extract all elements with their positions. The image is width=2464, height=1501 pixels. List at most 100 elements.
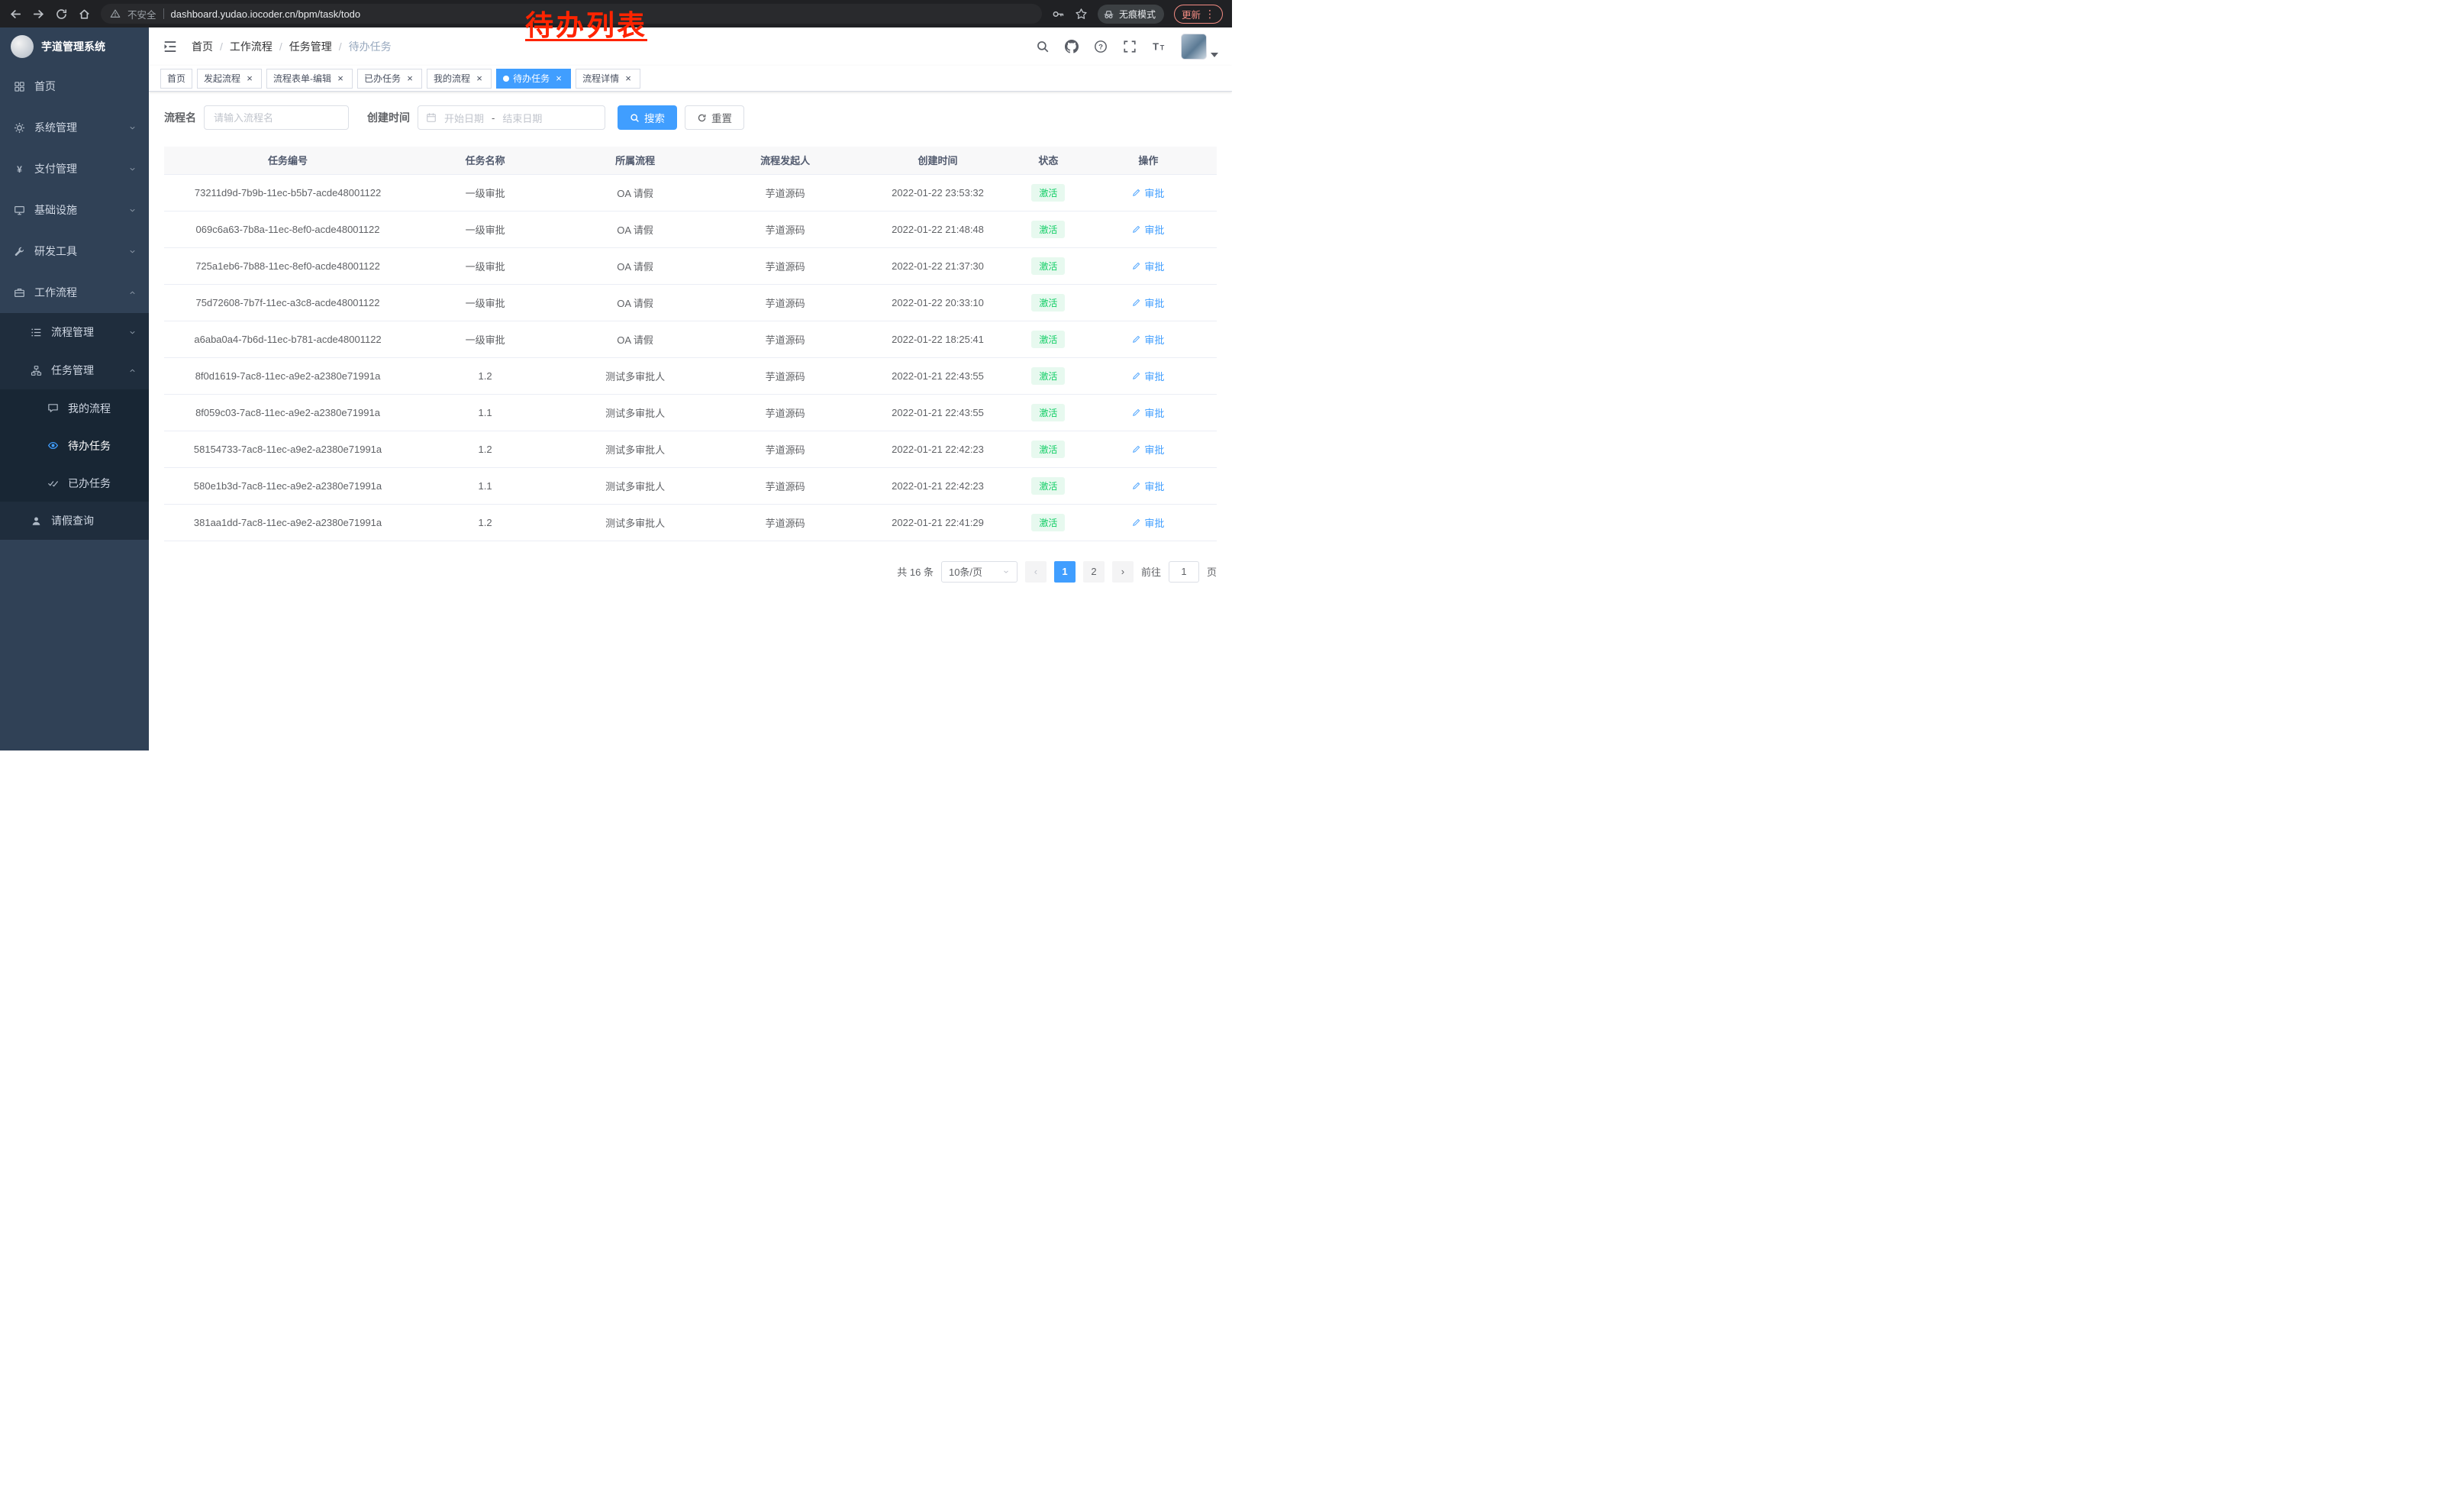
wrench-icon <box>14 246 25 257</box>
help-icon[interactable]: ? <box>1094 40 1108 53</box>
breadcrumb-workflow[interactable]: 工作流程 <box>230 39 273 54</box>
sidebar-item-workflow[interactable]: 工作流程 <box>0 272 149 313</box>
date-range-picker[interactable]: 开始日期 - 结束日期 <box>418 105 605 130</box>
tab-todo-tasks[interactable]: 待办任务 × <box>496 69 571 89</box>
sidebar-item-task-management[interactable]: 任务管理 <box>0 351 149 389</box>
task-process: OA 请假 <box>617 188 653 199</box>
sidebar-item-infrastructure[interactable]: 基础设施 <box>0 189 149 231</box>
close-icon[interactable]: × <box>623 73 634 84</box>
approve-link[interactable]: 审批 <box>1132 222 1164 237</box>
edit-icon <box>1132 408 1141 417</box>
task-name: 一级审批 <box>466 261 505 273</box>
user-icon <box>31 515 42 527</box>
chevron-down-icon <box>128 165 137 173</box>
edit-icon <box>1132 444 1141 454</box>
breadcrumb-separator: / <box>339 40 342 53</box>
sidebar-item-my-processes[interactable]: 我的流程 <box>0 389 149 427</box>
svg-text:T: T <box>1160 44 1165 52</box>
sidebar-item-leave-query[interactable]: 请假查询 <box>0 502 149 540</box>
sidebar-item-system[interactable]: 系统管理 <box>0 107 149 148</box>
home-icon[interactable] <box>78 8 91 21</box>
tab-form-edit[interactable]: 流程表单-编辑 × <box>266 69 353 89</box>
chevron-down-icon <box>1002 568 1010 576</box>
reset-button[interactable]: 重置 <box>685 105 744 130</box>
approve-link[interactable]: 审批 <box>1132 442 1164 457</box>
task-table-body: 73211d9d-7b9b-11ec-b5b7-acde48001122 一级审… <box>164 174 1217 541</box>
end-date-placeholder: 结束日期 <box>502 111 542 125</box>
tab-my-processes[interactable]: 我的流程 × <box>427 69 492 89</box>
chevron-down-icon <box>128 247 137 256</box>
menu-label: 支付管理 <box>34 161 77 176</box>
sidebar-item-home[interactable]: 首页 <box>0 66 149 107</box>
task-id: 381aa1dd-7ac8-11ec-a9e2-a2380e71991a <box>194 517 382 528</box>
github-icon[interactable] <box>1065 40 1079 53</box>
search-icon <box>630 113 640 123</box>
tab-start-process[interactable]: 发起流程 × <box>197 69 262 89</box>
collapse-sidebar-icon[interactable] <box>163 39 178 54</box>
approve-link[interactable]: 审批 <box>1132 332 1164 347</box>
breadcrumb-task-management[interactable]: 任务管理 <box>289 39 332 54</box>
approve-link[interactable]: 审批 <box>1132 369 1164 383</box>
status-badge: 激活 <box>1031 221 1065 238</box>
approve-link[interactable]: 审批 <box>1132 405 1164 420</box>
status-badge: 激活 <box>1031 367 1065 385</box>
sidebar-item-todo-tasks[interactable]: 待办任务 <box>0 427 149 464</box>
goto-page-input[interactable] <box>1169 561 1199 583</box>
main-area: 首页 / 工作流程 / 任务管理 / 待办任务 ? TT <box>149 27 1232 750</box>
process-name-input[interactable] <box>204 105 349 130</box>
sidebar-item-devtools[interactable]: 研发工具 <box>0 231 149 272</box>
tab-home[interactable]: 首页 <box>160 69 192 89</box>
close-icon[interactable]: × <box>244 73 255 84</box>
approve-link[interactable]: 审批 <box>1132 259 1164 273</box>
sidebar-item-done-tasks[interactable]: 已办任务 <box>0 464 149 502</box>
gear-icon <box>14 122 25 134</box>
approve-link[interactable]: 审批 <box>1132 479 1164 493</box>
table-row: 58154733-7ac8-11ec-a9e2-a2380e71991a 1.2… <box>164 431 1217 467</box>
menu-label: 系统管理 <box>34 120 77 135</box>
page-button-1[interactable]: 1 <box>1054 561 1076 583</box>
prev-icon: ‹ <box>1034 566 1037 577</box>
page-size-select[interactable]: 10条/页 <box>941 561 1018 583</box>
font-size-icon[interactable]: TT <box>1152 40 1166 53</box>
avatar <box>1181 34 1207 60</box>
tab-process-detail[interactable]: 流程详情 × <box>576 69 640 89</box>
task-id: 58154733-7ac8-11ec-a9e2-a2380e71991a <box>194 444 382 455</box>
close-icon[interactable]: × <box>553 73 564 84</box>
menu-label: 研发工具 <box>34 244 77 259</box>
approve-link[interactable]: 审批 <box>1132 515 1164 530</box>
password-key-icon[interactable] <box>1052 8 1065 21</box>
search-icon[interactable] <box>1036 40 1050 53</box>
address-bar[interactable]: 不安全 dashboard.yudao.iocoder.cn/bpm/task/… <box>101 4 1042 24</box>
app-logo[interactable]: 芋道管理系统 <box>0 27 149 66</box>
browser-menu-icon[interactable]: ⋮ <box>1205 8 1215 19</box>
reload-icon[interactable] <box>55 8 68 21</box>
breadcrumb-home[interactable]: 首页 <box>192 39 213 54</box>
page-button-2[interactable]: 2 <box>1083 561 1105 583</box>
table-row: a6aba0a4-7b6d-11ec-b781-acde48001122 一级审… <box>164 321 1217 357</box>
close-icon[interactable]: × <box>405 73 415 84</box>
tab-label: 流程表单-编辑 <box>273 72 331 85</box>
close-icon[interactable]: × <box>335 73 346 84</box>
prev-page-button[interactable]: ‹ <box>1025 561 1047 583</box>
back-icon[interactable] <box>9 8 22 21</box>
table-row: 069c6a63-7b8a-11ec-8ef0-acde48001122 一级审… <box>164 211 1217 247</box>
tags-view-bar: 首页 发起流程 × 流程表单-编辑 × 已办任务 × 我的流程 × 待办任务 × <box>149 66 1232 92</box>
approve-link[interactable]: 审批 <box>1132 295 1164 310</box>
forward-icon[interactable] <box>32 8 45 21</box>
table-row: 73211d9d-7b9b-11ec-b5b7-acde48001122 一级审… <box>164 174 1217 211</box>
approve-link[interactable]: 审批 <box>1132 186 1164 200</box>
browser-update-button[interactable]: 更新 ⋮ <box>1174 5 1223 24</box>
tab-done-tasks[interactable]: 已办任务 × <box>357 69 422 89</box>
sidebar-item-process-management[interactable]: 流程管理 <box>0 313 149 351</box>
user-avatar-menu[interactable] <box>1181 34 1218 60</box>
search-button[interactable]: 搜索 <box>618 105 677 130</box>
task-created-time: 2022-01-21 22:43:55 <box>892 407 984 418</box>
chat-bubble-icon <box>47 402 59 414</box>
close-icon[interactable]: × <box>474 73 485 84</box>
next-page-button[interactable]: › <box>1112 561 1134 583</box>
status-badge: 激活 <box>1031 514 1065 531</box>
bookmark-star-icon[interactable] <box>1075 8 1088 21</box>
task-process: 测试多审批人 <box>605 371 665 383</box>
sidebar-item-payment[interactable]: ¥ 支付管理 <box>0 148 149 189</box>
fullscreen-icon[interactable] <box>1123 40 1137 53</box>
